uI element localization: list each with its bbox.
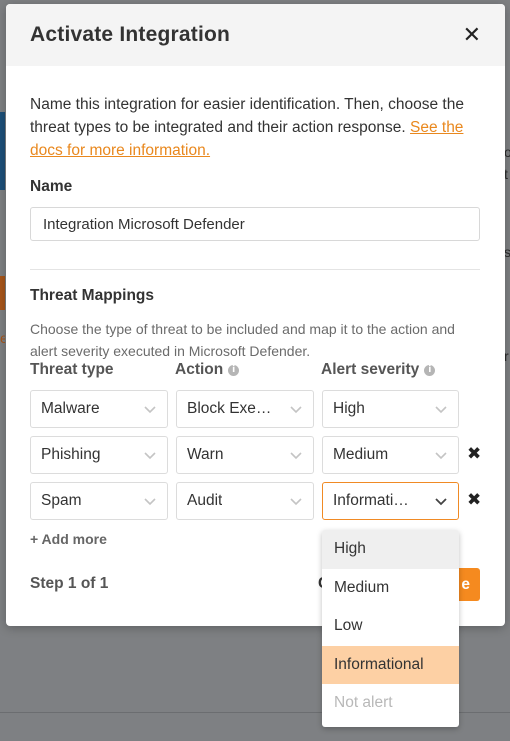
alert-severity-header: Alert severity i bbox=[321, 361, 436, 379]
chevron-down-icon bbox=[435, 498, 447, 506]
step-indicator: Step 1 of 1 bbox=[30, 575, 109, 592]
threat-mappings-description: Choose the type of threat to be included… bbox=[30, 321, 455, 359]
close-icon[interactable]: ✕ bbox=[463, 24, 481, 46]
dropdown-option-medium[interactable]: Medium bbox=[322, 569, 459, 608]
threat-type-value: Spam bbox=[41, 492, 82, 509]
chevron-down-icon bbox=[290, 406, 302, 414]
modal-title: Activate Integration bbox=[30, 23, 231, 46]
threat-type-header-label: Threat type bbox=[30, 361, 114, 378]
threat-mappings-title: Threat Mappings bbox=[30, 287, 155, 304]
info-icon[interactable]: i bbox=[424, 364, 436, 376]
background-left-bar bbox=[0, 112, 5, 190]
name-label: Name bbox=[30, 178, 73, 195]
intro-text: Name this integration for easier identif… bbox=[30, 93, 481, 162]
action-header: Action i bbox=[175, 361, 321, 379]
modal-header: Activate Integration ✕ bbox=[6, 4, 505, 66]
threat-type-value: Phishing bbox=[41, 446, 101, 463]
chevron-down-icon bbox=[144, 406, 156, 414]
dropdown-option-not-alert: Not alert bbox=[334, 694, 393, 712]
info-icon[interactable]: i bbox=[228, 364, 240, 376]
dropdown-option-informational[interactable]: Informational bbox=[322, 645, 459, 684]
mapping-headers: Threat type Action i Alert severity i bbox=[30, 361, 436, 379]
next-button-label: e bbox=[461, 575, 470, 593]
chevron-down-icon bbox=[290, 452, 302, 460]
background-left-orange bbox=[0, 276, 5, 310]
chevron-down-icon bbox=[144, 498, 156, 506]
intro-sentence: Name this integration for easier identif… bbox=[30, 96, 464, 136]
chevron-down-icon bbox=[290, 498, 302, 506]
dropdown-option-low[interactable]: Low bbox=[322, 607, 459, 646]
alert-severity-dropdown: High Medium Low Informational Not alert bbox=[322, 530, 459, 727]
action-select[interactable]: Block Exe… bbox=[176, 390, 314, 428]
modal-body: Name this integration for easier identif… bbox=[6, 66, 505, 362]
alert-severity-value: Medium bbox=[333, 446, 389, 463]
chevron-down-icon bbox=[144, 452, 156, 460]
action-header-label: Action bbox=[175, 361, 224, 378]
alert-severity-select[interactable]: Informati… bbox=[322, 482, 459, 520]
alert-severity-value: High bbox=[333, 400, 365, 417]
remove-row-icon[interactable]: ✖ bbox=[467, 444, 481, 464]
chevron-down-icon bbox=[435, 406, 447, 414]
alert-severity-value: Informati… bbox=[333, 492, 409, 509]
dropdown-option-high[interactable]: High bbox=[322, 530, 459, 569]
action-value: Warn bbox=[187, 446, 224, 463]
threat-type-select[interactable]: Spam bbox=[30, 482, 168, 520]
action-value: Block Exe… bbox=[187, 400, 272, 417]
threat-type-header: Threat type bbox=[30, 361, 175, 379]
action-select[interactable]: Warn bbox=[176, 436, 314, 474]
name-input[interactable]: Integration Microsoft Defender bbox=[30, 207, 480, 241]
action-select[interactable]: Audit bbox=[176, 482, 314, 520]
background-left-link: e bbox=[0, 330, 5, 344]
chevron-down-icon bbox=[435, 452, 447, 460]
alert-severity-select[interactable]: Medium bbox=[322, 436, 459, 474]
alert-severity-header-label: Alert severity bbox=[321, 361, 420, 378]
threat-type-select[interactable]: Malware bbox=[30, 390, 168, 428]
add-more-button[interactable]: + Add more bbox=[30, 531, 107, 547]
threat-type-value: Malware bbox=[41, 400, 100, 417]
remove-row-icon[interactable]: ✖ bbox=[467, 490, 481, 510]
alert-severity-select[interactable]: High bbox=[322, 390, 459, 428]
threat-type-select[interactable]: Phishing bbox=[30, 436, 168, 474]
action-value: Audit bbox=[187, 492, 223, 509]
section-divider bbox=[30, 269, 480, 270]
